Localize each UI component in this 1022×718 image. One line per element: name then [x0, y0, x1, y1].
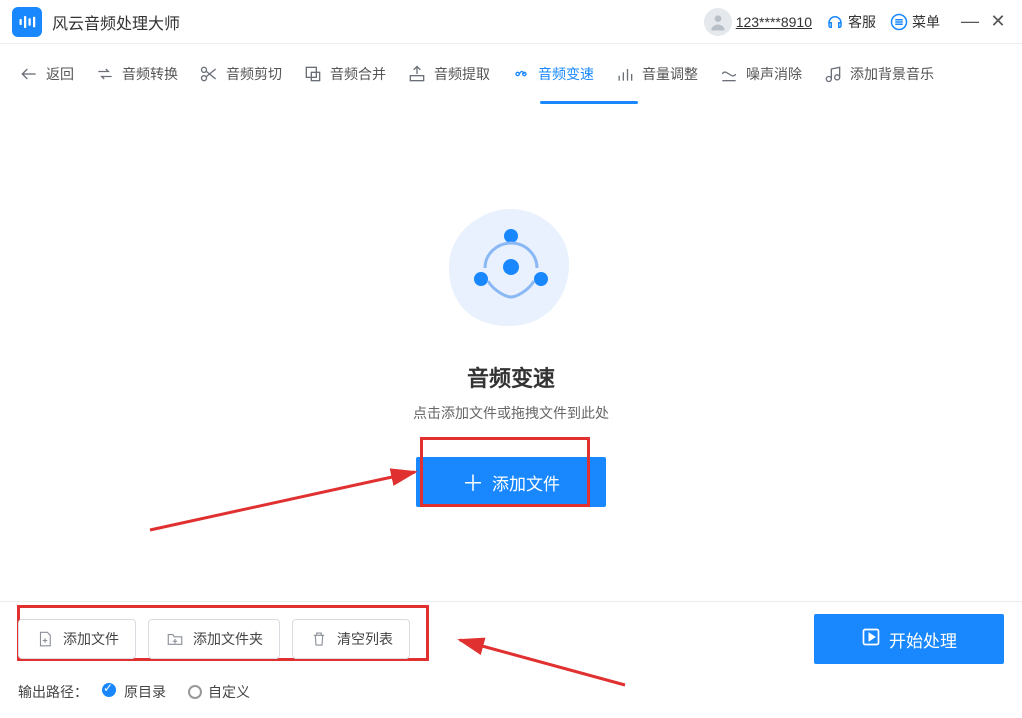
back-button[interactable]: 返回	[8, 44, 84, 104]
tool-label: 噪声消除	[746, 64, 802, 84]
start-label: 开始处理	[889, 627, 957, 652]
tool-label: 音频合并	[330, 64, 386, 84]
convert-icon	[94, 63, 116, 85]
music-icon	[822, 63, 844, 85]
extract-icon	[406, 63, 428, 85]
plus-icon: ＋	[462, 466, 484, 498]
merge-icon	[302, 63, 324, 85]
speed-icon	[510, 63, 532, 85]
output-path-label: 输出路径：	[18, 682, 88, 702]
bottom-row-buttons: 添加文件 添加文件夹 清空列表 开始处理	[18, 614, 1004, 664]
btn-label: 清空列表	[337, 629, 393, 649]
arrow-left-icon	[18, 63, 40, 85]
add-file-label: 添加文件	[492, 470, 560, 495]
tool-label: 音量调整	[642, 64, 698, 84]
bottom-bar: 添加文件 添加文件夹 清空列表 开始处理 输出路径： 原目录 自定义	[0, 601, 1022, 718]
tool-merge[interactable]: 音频合并	[292, 44, 396, 104]
tool-volume[interactable]: 音量调整	[604, 44, 708, 104]
close-button[interactable]: ✕	[986, 10, 1010, 34]
menu-button[interactable]: 菜单	[890, 12, 940, 32]
toolbar: 返回 音频转换 音频剪切 音频合并 音频提取 音频变速 音量调整 噪声消除 添加…	[0, 44, 1022, 104]
tool-label: 音频提取	[434, 64, 490, 84]
avatar[interactable]	[704, 8, 732, 36]
radio-label: 原目录	[124, 682, 166, 702]
radio-original-dir[interactable]: 原目录	[104, 682, 166, 702]
tool-bgmusic[interactable]: 添加背景音乐	[812, 44, 944, 104]
drop-area[interactable]: 音频变速 点击添加文件或拖拽文件到此处 ＋ 添加文件	[0, 104, 1022, 604]
btn-label: 添加文件	[63, 629, 119, 649]
radio-unchecked-icon	[188, 685, 202, 699]
hero-illustration	[441, 201, 581, 341]
file-add-icon	[35, 629, 55, 649]
trash-icon	[309, 629, 329, 649]
menu-label: 菜单	[912, 12, 940, 32]
drop-subtext: 点击添加文件或拖拽文件到此处	[413, 403, 609, 423]
btn-label: 添加文件夹	[193, 629, 263, 649]
add-folder-button[interactable]: 添加文件夹	[148, 619, 280, 659]
radio-custom-dir[interactable]: 自定义	[188, 682, 250, 702]
tool-label: 添加背景音乐	[850, 64, 934, 84]
drop-heading: 音频变速	[467, 361, 555, 393]
minimize-button[interactable]: —	[958, 10, 982, 34]
tool-denoise[interactable]: 噪声消除	[708, 44, 812, 104]
start-button[interactable]: 开始处理	[814, 614, 1004, 664]
scissors-icon	[198, 63, 220, 85]
volume-icon	[614, 63, 636, 85]
tool-label: 音频转换	[122, 64, 178, 84]
radio-checked-icon	[104, 685, 118, 699]
tool-label: 音频剪切	[226, 64, 282, 84]
folder-add-icon	[165, 629, 185, 649]
tool-label: 音频变速	[538, 64, 594, 84]
output-path-row: 输出路径： 原目录 自定义	[18, 682, 1004, 702]
tool-speed[interactable]: 音频变速	[500, 44, 604, 104]
user-id-link[interactable]: 123****8910	[736, 14, 812, 30]
radio-label: 自定义	[208, 682, 250, 702]
clear-list-button[interactable]: 清空列表	[292, 619, 410, 659]
app-logo	[12, 7, 42, 37]
add-file-button[interactable]: ＋ 添加文件	[416, 457, 606, 507]
back-label: 返回	[46, 64, 74, 84]
support-button[interactable]: 客服	[826, 12, 876, 32]
support-label: 客服	[848, 12, 876, 32]
tool-extract[interactable]: 音频提取	[396, 44, 500, 104]
tool-cut[interactable]: 音频剪切	[188, 44, 292, 104]
app-title: 风云音频处理大师	[52, 10, 180, 34]
titlebar: 风云音频处理大师 123****8910 客服 菜单 — ✕	[0, 0, 1022, 44]
tool-convert[interactable]: 音频转换	[84, 44, 188, 104]
denoise-icon	[718, 63, 740, 85]
play-icon	[861, 627, 881, 652]
add-file-small-button[interactable]: 添加文件	[18, 619, 136, 659]
